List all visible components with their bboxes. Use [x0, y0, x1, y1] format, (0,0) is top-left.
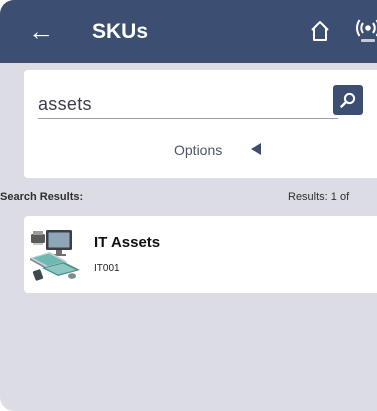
page-title: SKUs: [92, 20, 149, 43]
caret-left-icon[interactable]: [251, 143, 261, 155]
it-assets-thumbnail-icon: [30, 230, 80, 281]
back-arrow-icon[interactable]: ←: [28, 16, 54, 46]
options-toggle[interactable]: Options: [174, 140, 222, 160]
search-input[interactable]: assets: [38, 90, 338, 119]
search-panel: assets Options: [24, 70, 377, 178]
item-code: IT001: [94, 263, 120, 274]
search-icon: [340, 92, 356, 108]
app-bar: ← SKUs: [0, 0, 377, 63]
list-item[interactable]: IT Assets IT001: [24, 216, 377, 293]
search-results-label: Search Results:: [0, 191, 84, 203]
search-button[interactable]: [333, 85, 363, 115]
results-count: Results: 1 of: [288, 191, 350, 203]
app-screen: ← SKUs assets Options Search Results: Re…: [0, 0, 377, 411]
home-icon[interactable]: [310, 20, 330, 42]
rfid-reader-icon[interactable]: [355, 17, 377, 45]
item-name: IT Assets: [94, 234, 161, 251]
